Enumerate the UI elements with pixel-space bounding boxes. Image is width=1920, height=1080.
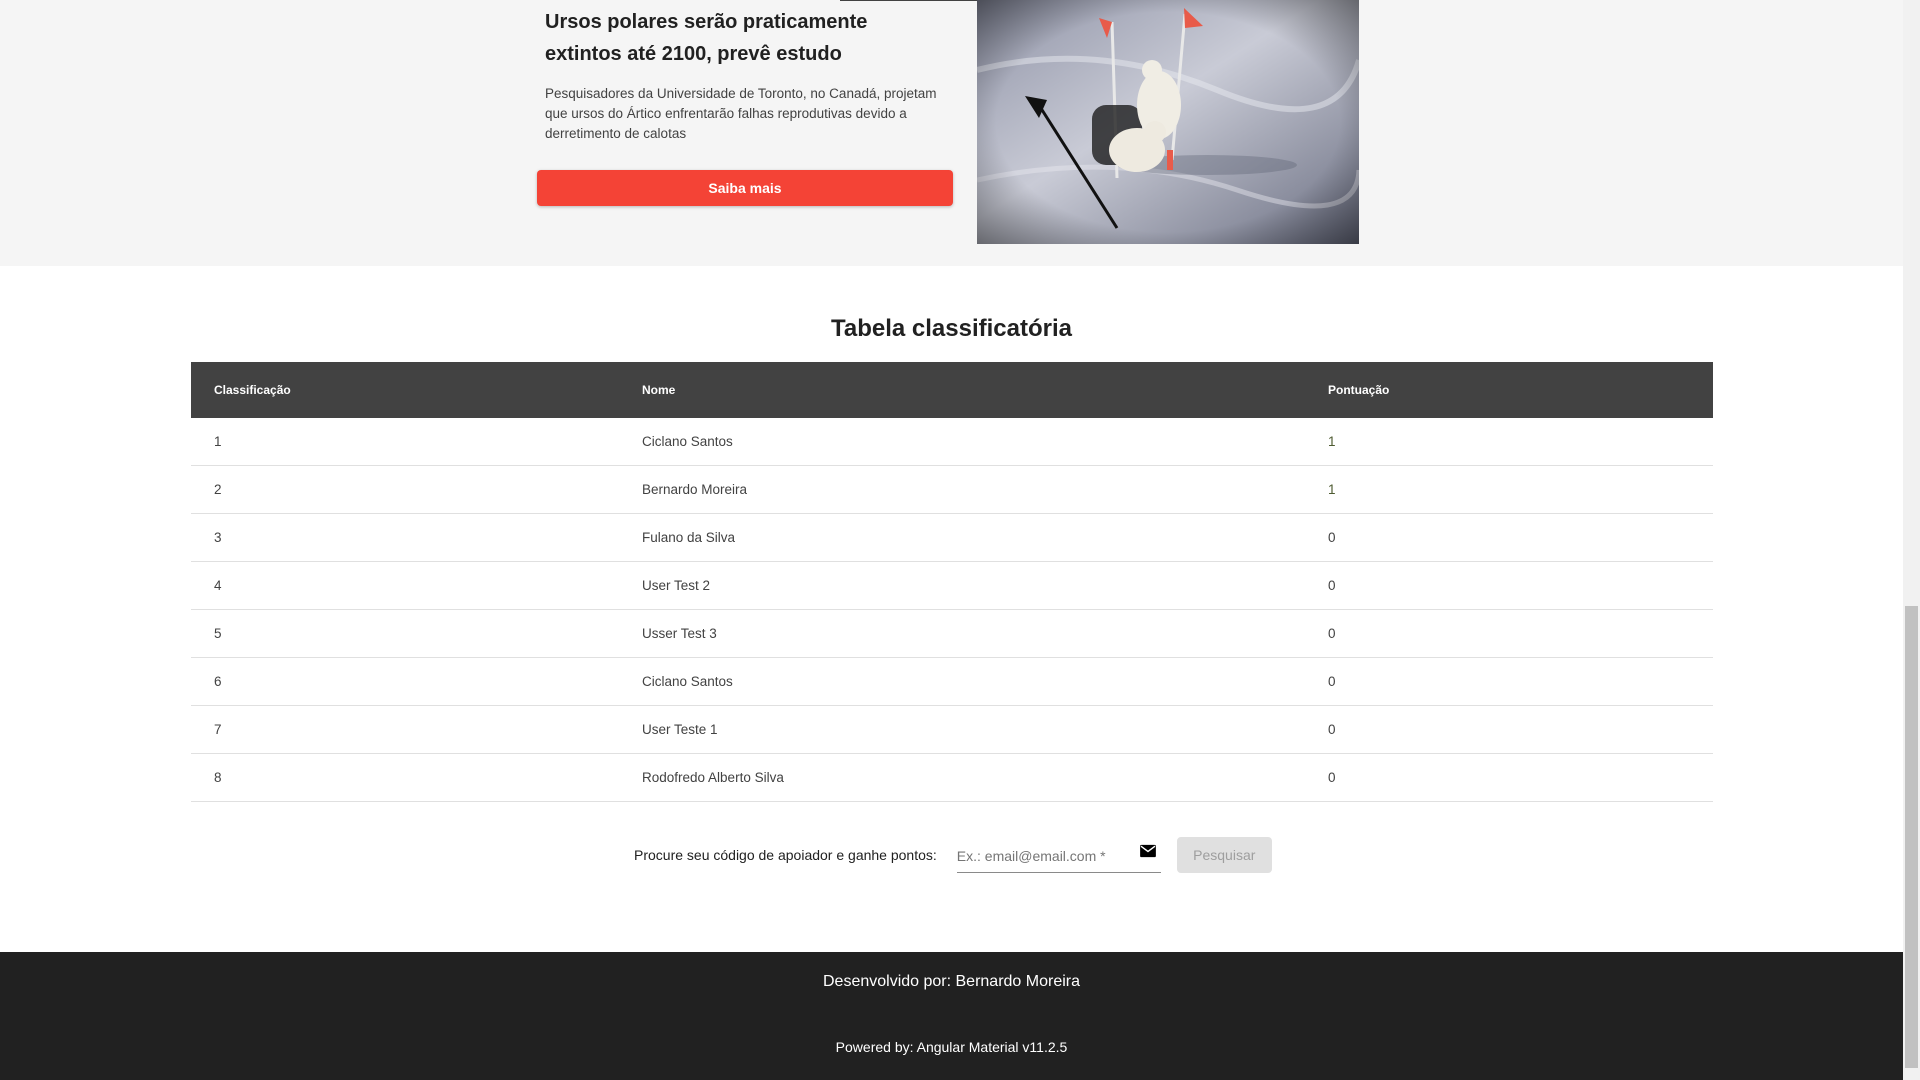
- cell-name: Fulano da Silva: [619, 513, 1305, 562]
- cell-name: Rodofredo Alberto Silva: [619, 753, 1305, 802]
- polar-bears-photo-icon: [977, 0, 1359, 244]
- column-header-nome[interactable]: Nome: [619, 362, 1305, 418]
- cell-name: User Test 2: [619, 561, 1305, 610]
- cell-name: Bernardo Moreira: [619, 465, 1305, 514]
- saiba-mais-button[interactable]: Saiba mais: [537, 170, 953, 206]
- cell-position: 2: [191, 465, 619, 514]
- cell-position: 6: [191, 657, 619, 706]
- cell-position: 1: [191, 418, 619, 466]
- ranking-title: Tabela classificatória: [830, 315, 1072, 342]
- table-header-row: Classificação Nome Pontuação: [191, 362, 1713, 418]
- cell-position: 5: [191, 609, 619, 658]
- news-description: Pesquisadores da Universidade de Toronto…: [545, 86, 937, 141]
- cell-name: Ciclano Santos: [619, 657, 1305, 706]
- email-input[interactable]: [956, 845, 1127, 866]
- footer: Desenvolvido por: Bernardo Moreira Power…: [0, 952, 1903, 1080]
- page-scrollbar[interactable]: [1903, 0, 1920, 1080]
- column-header-pontuacao[interactable]: Pontuação: [1305, 362, 1713, 418]
- cell-name: Ciclano Santos: [619, 418, 1305, 466]
- footer-developer: Desenvolvido por: Bernardo Moreira: [822, 973, 1080, 990]
- cell-score: 0: [1305, 561, 1713, 610]
- table-row: 3 Fulano da Silva 0: [191, 513, 1713, 562]
- cell-score: 0: [1305, 705, 1713, 754]
- table-row: 4 User Test 2 0: [191, 561, 1713, 610]
- mail-icon: [1139, 844, 1156, 857]
- table-row: 7 User Teste 1 0: [191, 705, 1713, 754]
- table-row: 2 Bernardo Moreira 1: [191, 465, 1713, 514]
- cell-score: 0: [1305, 513, 1713, 562]
- email-field[interactable]: [956, 838, 1161, 873]
- cell-position: 4: [191, 561, 619, 610]
- cell-score: 1: [1305, 465, 1713, 514]
- cell-score: 0: [1305, 609, 1713, 658]
- supporter-search-row: Procure seu código de apoiador e ganhe p…: [634, 835, 1272, 875]
- table-row: 8 Rodofredo Alberto Silva 0: [191, 753, 1713, 802]
- polar-bears-image: [977, 0, 1359, 244]
- page: Ursos polares serão praticamente extinto…: [0, 0, 1920, 1080]
- ranking-table: Classificação Nome Pontuação 1 Ciclano S…: [191, 362, 1713, 802]
- scrollbar-thumb[interactable]: [1905, 606, 1918, 1068]
- cell-score: 0: [1305, 657, 1713, 706]
- table-row: 6 Ciclano Santos 0: [191, 657, 1713, 706]
- table-row: 5 Usser Test 3 0: [191, 609, 1713, 658]
- cell-position: 3: [191, 513, 619, 562]
- news-section: Ursos polares serão praticamente extinto…: [0, 0, 1903, 266]
- cell-score: 1: [1305, 418, 1713, 466]
- news-title: Ursos polares serão praticamente extinto…: [545, 11, 868, 65]
- pesquisar-button[interactable]: Pesquisar: [1176, 837, 1272, 873]
- cell-position: 7: [191, 705, 619, 754]
- search-label: Procure seu código de apoiador e ganhe p…: [634, 847, 937, 863]
- footer-powered-by: Powered by: Angular Material v11.2.5: [835, 1039, 1068, 1055]
- cell-name: User Teste 1: [619, 705, 1305, 754]
- cell-position: 8: [191, 753, 619, 802]
- column-header-classificacao[interactable]: Classificação: [191, 362, 619, 418]
- table-row: 1 Ciclano Santos 1: [191, 418, 1713, 466]
- cell-name: Usser Test 3: [619, 609, 1305, 658]
- cell-score: 0: [1305, 753, 1713, 802]
